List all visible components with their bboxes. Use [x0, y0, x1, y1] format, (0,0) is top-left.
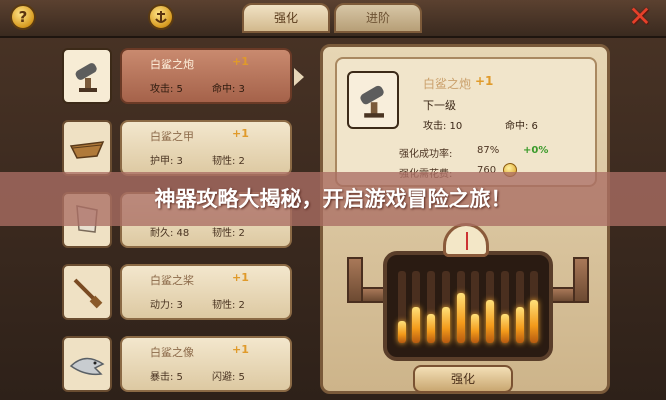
item-stat: 韧性: 2	[212, 156, 245, 167]
item-card: 白鲨之像 +1 暴击: 5 闪避: 5	[120, 336, 292, 392]
next-level-label: 下一级	[423, 99, 456, 112]
success-rate-value: 87%	[477, 145, 500, 156]
list-item[interactable]: 白鲨之甲 +1 护甲: 3 韧性: 2	[58, 116, 294, 180]
detail-name: 白鲨之炮	[423, 77, 472, 91]
item-thumb	[62, 264, 112, 320]
heat-bar	[427, 314, 436, 343]
pressure-gauge	[443, 223, 489, 257]
heat-bar	[500, 314, 509, 343]
item-card: 白鲨之甲 +1 护甲: 3 韧性: 2	[120, 120, 292, 176]
item-thumb	[62, 48, 112, 104]
success-rate-label: 强化成功率:	[399, 149, 453, 160]
item-card: 白鲨之炮 +1 攻击: 5 命中: 3	[120, 48, 292, 104]
left-pipe-vertical	[347, 257, 363, 303]
furnace-grill	[383, 251, 553, 361]
item-stat: 命中: 3	[212, 84, 245, 95]
heat-bar	[471, 314, 480, 343]
detail-stat: 攻击: 10	[423, 121, 463, 132]
anchor-badge-icon	[155, 11, 167, 23]
forge-furnace	[347, 223, 589, 377]
heat-bar	[486, 300, 495, 343]
item-stat: 暴击: 5	[150, 372, 183, 383]
cannon-icon	[75, 63, 97, 92]
shark-icon	[69, 357, 105, 376]
item-thumb	[62, 336, 112, 392]
item-name: 白鲨之桨	[150, 274, 194, 287]
banner-text: 神器攻略大揭秘，开启游戏冒险之旅！	[154, 187, 512, 211]
heat-bar	[441, 307, 450, 343]
hull-icon	[69, 141, 105, 159]
item-stat: 护甲: 3	[150, 156, 183, 167]
close-icon: ✕	[628, 0, 652, 33]
selection-arrow	[294, 68, 304, 86]
item-stat: 攻击: 5	[150, 84, 183, 95]
item-name: 白鲨之甲	[150, 130, 194, 143]
detail-level: +1	[475, 74, 494, 88]
gauge-needle	[466, 232, 468, 250]
help-button[interactable]: ?	[10, 4, 36, 30]
promo-banner: 神器攻略大揭秘，开启游戏冒险之旅！	[0, 172, 666, 226]
top-bar: ? 强化 进阶 ✕	[0, 0, 666, 38]
game-screen: ? 强化 进阶 ✕ 白鲨之炮 +1 攻击: 5 命中: 3 白鲨之甲 +1 护甲…	[0, 0, 666, 400]
tab-label: 进阶	[365, 11, 390, 25]
talent-button[interactable]	[148, 4, 174, 30]
item-stat: 闪避: 5	[212, 372, 245, 383]
heat-bar	[530, 300, 539, 343]
heat-bar	[515, 307, 524, 343]
close-button[interactable]: ✕	[626, 3, 654, 31]
tab-advance[interactable]: 进阶	[334, 3, 422, 33]
list-item[interactable]: 白鲨之炮 +1 攻击: 5 命中: 3	[58, 44, 304, 108]
heat-bar	[397, 321, 406, 343]
item-level: +1	[232, 271, 249, 284]
item-stat: 韧性: 2	[212, 228, 245, 239]
item-name: 白鲨之炮	[150, 58, 194, 71]
heat-bar	[456, 293, 465, 343]
item-name: 白鲨之像	[150, 346, 194, 359]
item-level: +1	[232, 343, 249, 356]
list-item[interactable]: 白鲨之桨 +1 动力: 3 韧性: 2	[58, 260, 294, 324]
tab-enhance[interactable]: 强化	[242, 3, 330, 33]
tab-label: 强化	[273, 11, 298, 25]
item-stat: 动力: 3	[150, 300, 183, 311]
detail-thumb	[347, 71, 399, 129]
heat-bar	[412, 307, 421, 343]
enhance-button[interactable]: 强化	[413, 365, 513, 393]
item-stat: 耐久: 48	[150, 228, 190, 239]
item-stat: 韧性: 2	[212, 300, 245, 311]
item-level: +1	[232, 127, 249, 140]
cannon-icon	[360, 85, 384, 118]
detail-stat: 命中: 6	[505, 121, 538, 132]
item-level: +1	[232, 55, 249, 68]
list-item[interactable]: 白鲨之像 +1 暴击: 5 闪避: 5	[58, 332, 294, 396]
item-detail: 白鲨之炮 +1 下一级 攻击: 10 命中: 6 强化成功率: 87% +0% …	[335, 57, 597, 187]
success-rate-bonus: +0%	[523, 145, 549, 156]
oar-icon	[73, 278, 103, 309]
question-icon: ?	[18, 8, 28, 26]
item-thumb	[62, 120, 112, 176]
item-card: 白鲨之桨 +1 动力: 3 韧性: 2	[120, 264, 292, 320]
enhance-button-label: 强化	[450, 372, 475, 386]
right-pipe-vertical	[573, 257, 589, 303]
